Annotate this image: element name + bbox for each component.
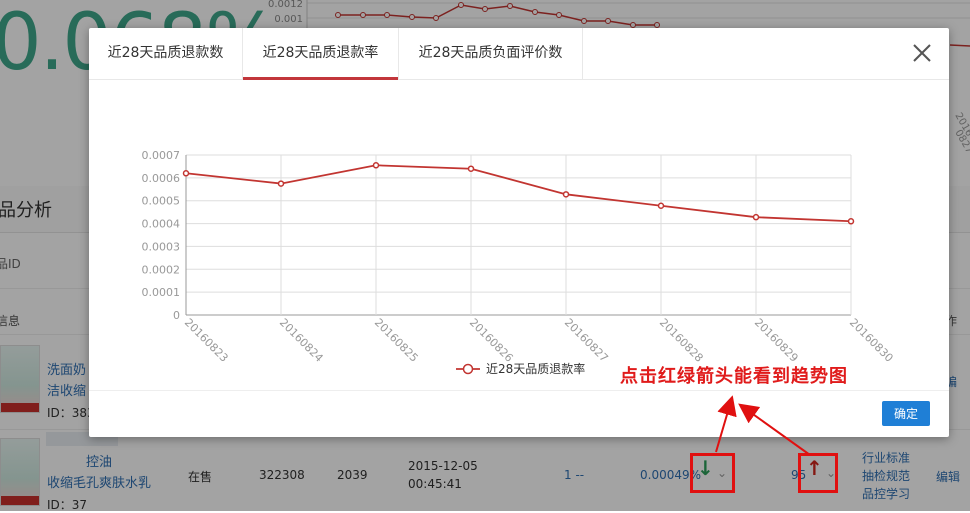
data-point [467, 165, 475, 172]
data-point [752, 213, 760, 221]
x-tick-label: 20160828 [657, 316, 706, 365]
data-point [847, 218, 855, 225]
line-chart: 0 0.0001 0.0002 0.0003 0.0004 0.0005 0.0006 0.0… [142, 149, 896, 376]
tab-refund-count[interactable]: 近28天品质退款数 [89, 28, 242, 79]
x-tick-label: 20160829 [752, 316, 801, 365]
x-tick-label: 20160826 [467, 316, 516, 365]
tab-refund-rate[interactable]: 近28天品质退款率 [243, 28, 398, 79]
y-tick-label: 0.0001 [142, 286, 181, 299]
data-point [657, 202, 665, 209]
modal-footer: 确定 [89, 390, 949, 438]
x-tick-label: 20160830 [847, 316, 896, 365]
x-tick-label: 20160823 [182, 316, 231, 365]
y-tick-label: 0.0003 [142, 240, 181, 253]
y-tick-label: 0.0007 [142, 149, 181, 162]
close-icon[interactable] [911, 42, 933, 64]
refund-rate-chart: 0 0.0001 0.0002 0.0003 0.0004 0.0005 0.0006 0.0… [89, 80, 949, 390]
highlight-box [798, 453, 838, 493]
y-tick-label: 0 [173, 309, 180, 322]
x-tick-label: 20160824 [277, 316, 326, 365]
data-point [182, 170, 190, 177]
y-tick-label: 0.0002 [142, 263, 181, 276]
series-line [185, 164, 852, 223]
x-tick-label: 20160825 [372, 316, 421, 365]
tab-negative-reviews[interactable]: 近28天品质负面评价数 [399, 28, 582, 79]
y-tick-label: 0.0004 [142, 218, 181, 231]
data-point [562, 191, 570, 198]
data-point [277, 180, 285, 187]
y-tick-label: 0.0005 [142, 195, 181, 208]
x-tick-label: 20160827 [562, 316, 611, 365]
legend-label: 近28天品质退款率 [486, 361, 585, 376]
legend-marker [462, 363, 474, 375]
highlight-box [690, 453, 735, 493]
y-tick-label: 0.0006 [142, 172, 181, 185]
data-point [372, 162, 380, 169]
modal-tabs: 近28天品质退款数 近28天品质退款率 近28天品质负面评价数 [89, 28, 949, 80]
annotation-text: 点击红绿箭头能看到趋势图 [620, 366, 848, 387]
ok-button[interactable]: 确定 [882, 401, 930, 426]
